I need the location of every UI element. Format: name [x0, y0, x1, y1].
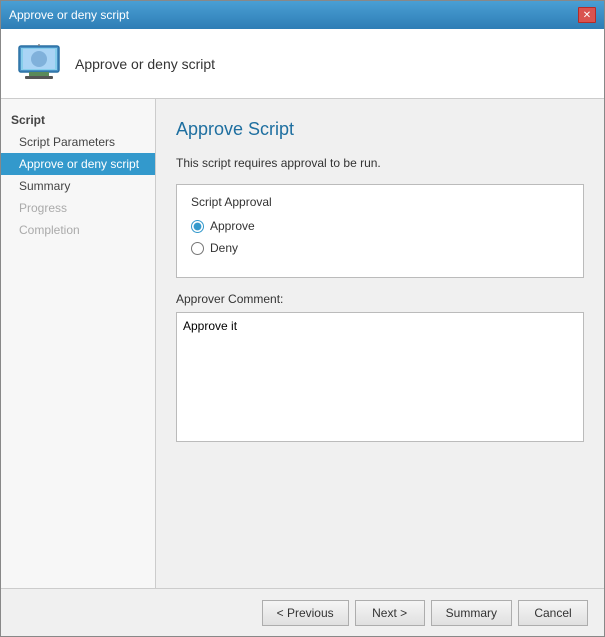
- next-button[interactable]: Next >: [355, 600, 425, 626]
- group-box-label: Script Approval: [191, 195, 569, 209]
- sidebar-item-completion: Completion: [1, 219, 155, 241]
- deny-label[interactable]: Deny: [210, 241, 238, 255]
- page-title: Approve Script: [176, 119, 584, 140]
- sidebar-item-script-parameters[interactable]: Script Parameters: [1, 131, 155, 153]
- approve-label[interactable]: Approve: [210, 219, 255, 233]
- sidebar-section-script: Script: [1, 109, 155, 131]
- sidebar-item-progress: Progress: [1, 197, 155, 219]
- comment-label: Approver Comment:: [176, 292, 584, 306]
- main-window: Approve or deny script ✕ Approve or deny…: [0, 0, 605, 637]
- window-title: Approve or deny script: [9, 8, 129, 22]
- description-text: This script requires approval to be run.: [176, 156, 584, 170]
- deny-radio-row: Deny: [191, 241, 569, 255]
- cancel-button[interactable]: Cancel: [518, 600, 588, 626]
- sidebar-item-summary[interactable]: Summary: [1, 175, 155, 197]
- deny-radio[interactable]: [191, 242, 204, 255]
- titlebar: Approve or deny script ✕: [1, 1, 604, 29]
- titlebar-controls: ✕: [578, 7, 596, 23]
- script-approval-group: Script Approval Approve Deny: [176, 184, 584, 278]
- approve-radio[interactable]: [191, 220, 204, 233]
- sidebar-item-approve-deny[interactable]: Approve or deny script: [1, 153, 155, 175]
- summary-button[interactable]: Summary: [431, 600, 512, 626]
- close-button[interactable]: ✕: [578, 7, 596, 23]
- computer-icon: [15, 40, 63, 88]
- sidebar: Script Script Parameters Approve or deny…: [1, 99, 156, 588]
- comment-textarea[interactable]: Approve it: [176, 312, 584, 442]
- header-area: Approve or deny script: [1, 29, 604, 99]
- header-text: Approve or deny script: [75, 56, 215, 72]
- footer: < Previous Next > Summary Cancel: [1, 588, 604, 636]
- previous-button[interactable]: < Previous: [262, 600, 349, 626]
- main-content-area: Approve Script This script requires appr…: [156, 99, 604, 588]
- approve-radio-row: Approve: [191, 219, 569, 233]
- content-area: Script Script Parameters Approve or deny…: [1, 99, 604, 588]
